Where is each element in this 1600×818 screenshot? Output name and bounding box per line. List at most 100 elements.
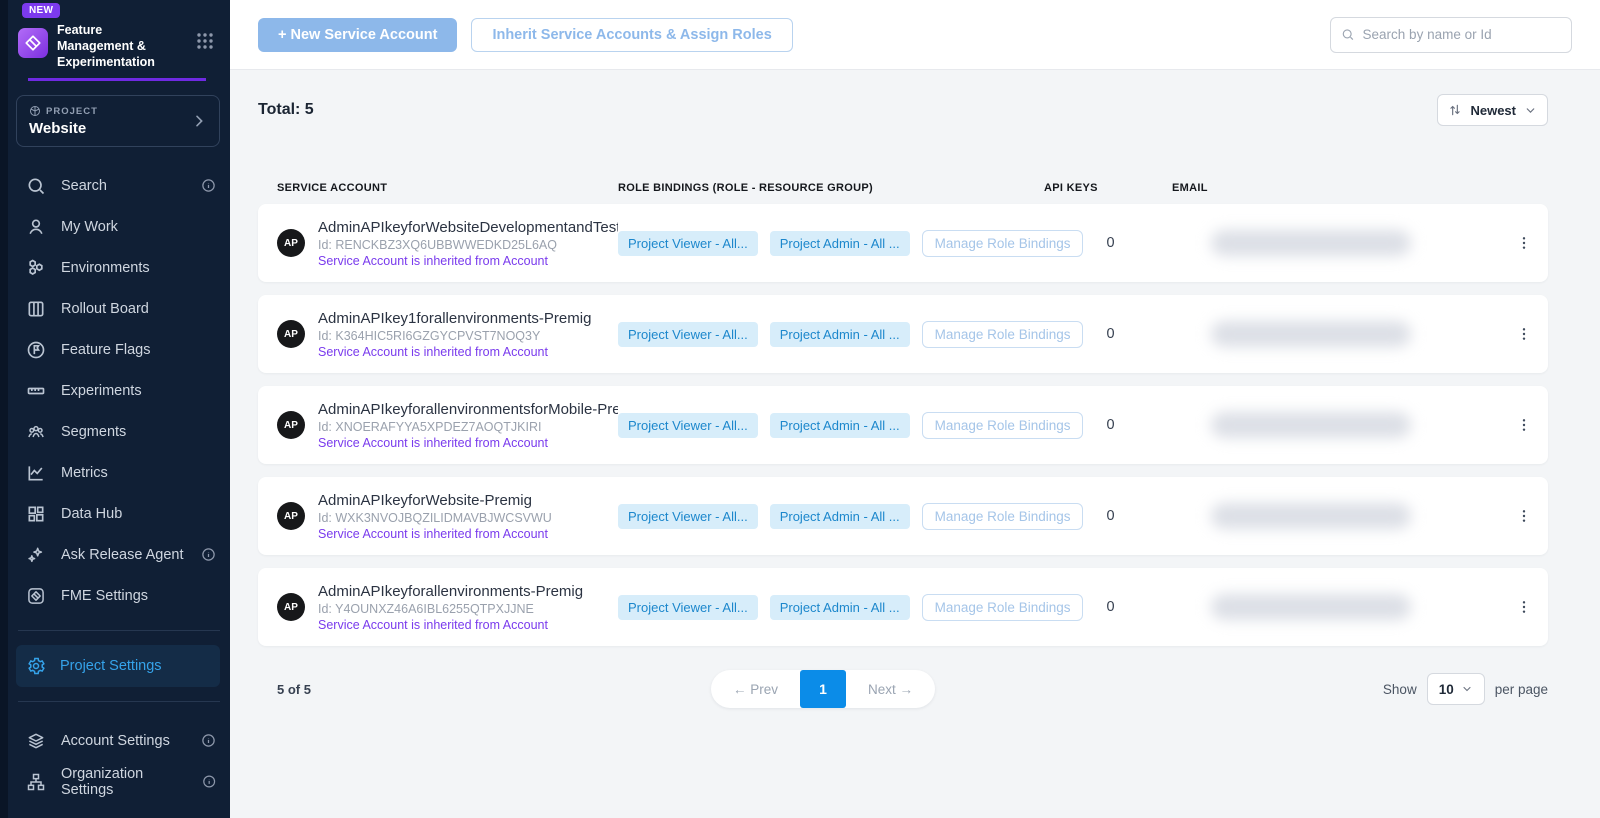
inherited-link[interactable]: Service Account is inherited from Accoun… (318, 436, 618, 450)
results-count: 5 of 5 (258, 682, 599, 697)
nav-label: Account Settings (61, 733, 170, 749)
sidebar-item-account-settings[interactable]: Account Settings (8, 720, 230, 761)
sidebar-item-organization-settings[interactable]: Organization Settings (8, 761, 230, 802)
grid-squares-icon (26, 504, 46, 524)
pager: ← Prev 1 Next → (711, 670, 935, 708)
list-toolbar: Total: 5 Newest (258, 94, 1548, 126)
gear-icon (26, 656, 46, 676)
project-switcher[interactable]: PROJECT Website (16, 95, 220, 147)
info-icon[interactable] (201, 178, 216, 193)
api-keys-count: 0 (1083, 235, 1211, 251)
current-page-button[interactable]: 1 (800, 670, 846, 708)
kebab-menu-icon[interactable] (1500, 326, 1548, 342)
service-account-id: Id: K364HIC5RI6GZGYCPVST7NOQ3Y (318, 329, 618, 343)
info-icon[interactable] (201, 733, 216, 748)
avatar: AP (277, 411, 305, 439)
sort-arrows-icon (1448, 103, 1462, 117)
search-icon (26, 176, 46, 196)
sidebar-item-my-work[interactable]: My Work (8, 206, 230, 247)
line-chart-icon (26, 463, 46, 483)
kebab-menu-icon[interactable] (1500, 508, 1548, 524)
info-icon[interactable] (201, 547, 216, 562)
column-header-service-account: SERVICE ACCOUNT (258, 182, 618, 194)
project-name: Website (29, 120, 191, 137)
sidebar-item-segments[interactable]: Segments (8, 411, 230, 452)
kebab-menu-icon[interactable] (1500, 417, 1548, 433)
nav-label: FME Settings (61, 588, 148, 604)
manage-role-bindings-button[interactable]: Manage Role Bindings (922, 412, 1084, 439)
inherited-link[interactable]: Service Account is inherited from Accoun… (318, 345, 618, 359)
sidebar-item-search[interactable]: Search (8, 165, 230, 206)
kebab-menu-icon[interactable] (1500, 235, 1548, 251)
nav-label: Organization Settings (61, 766, 194, 798)
api-keys-count: 0 (1083, 599, 1211, 615)
layers-icon (26, 731, 46, 751)
service-account-id: Id: RENCKBZ3XQ6UBBWWEDKD25L6AQ (318, 238, 618, 252)
new-service-account-button[interactable]: + New Service Account (258, 18, 457, 52)
sidebar-item-data-hub[interactable]: Data Hub (8, 493, 230, 534)
sidebar-item-environments[interactable]: Environments (8, 247, 230, 288)
service-account-name: AdminAPIkeyforWebsiteDevelopmentandTesti… (318, 219, 618, 236)
nav-label: Search (61, 178, 107, 194)
next-page-button[interactable]: Next → (846, 670, 935, 708)
product-logo-block: NEW Feature Management & Experimentation (8, 0, 230, 81)
flag-icon (26, 340, 46, 360)
role-badge: Project Admin - All ... (770, 322, 910, 347)
inherited-link[interactable]: Service Account is inherited from Accoun… (318, 527, 618, 541)
apps-grid-icon[interactable] (196, 32, 214, 50)
inherited-link[interactable]: Service Account is inherited from Accoun… (318, 618, 618, 632)
table-row: AP AdminAPIkeyforallenvironments-Premig … (258, 568, 1548, 646)
brand-underline (28, 78, 206, 81)
nav-label: Ask Release Agent (61, 547, 184, 563)
project-label: PROJECT (46, 106, 98, 117)
table-header-row: SERVICE ACCOUNT ROLE BINDINGS (ROLE - RE… (258, 182, 1548, 204)
sidebar-item-project-settings[interactable]: Project Settings (16, 645, 220, 687)
people-icon (26, 422, 46, 442)
prev-page-button[interactable]: ← Prev (711, 670, 800, 708)
sidebar-item-rollout-board[interactable]: Rollout Board (8, 288, 230, 329)
manage-role-bindings-button[interactable]: Manage Role Bindings (922, 594, 1084, 621)
nav-label: Rollout Board (61, 301, 149, 317)
sidebar-item-ask-release-agent[interactable]: Ask Release Agent (8, 534, 230, 575)
chevron-down-icon (1524, 104, 1537, 117)
cube-icon (29, 105, 41, 117)
email-redacted (1211, 594, 1411, 620)
role-badge: Project Admin - All ... (770, 231, 910, 256)
nav-label: Metrics (61, 465, 108, 481)
manage-role-bindings-button[interactable]: Manage Role Bindings (922, 503, 1084, 530)
inherited-link[interactable]: Service Account is inherited from Accoun… (318, 254, 618, 268)
role-badge: Project Admin - All ... (770, 413, 910, 438)
manage-role-bindings-button[interactable]: Manage Role Bindings (922, 321, 1084, 348)
fme-logo-icon (18, 28, 48, 58)
search-field[interactable] (1330, 17, 1572, 53)
sidebar-edge-strip (0, 0, 8, 818)
role-badge: Project Viewer - All... (618, 322, 758, 347)
table-row: AP AdminAPIkey1forallenvironments-Premig… (258, 295, 1548, 373)
sidebar-bottom-nav: Account Settings Organization Settings (8, 720, 230, 802)
topbar: + New Service Account Inherit Service Ac… (230, 0, 1600, 70)
manage-role-bindings-button[interactable]: Manage Role Bindings (922, 230, 1084, 257)
sidebar-item-fme-settings[interactable]: FME Settings (8, 575, 230, 616)
search-input[interactable] (1363, 27, 1561, 42)
info-icon[interactable] (202, 774, 216, 789)
service-account-id: Id: WXK3NVOJBQZILIDMAVBJWCSVWU (318, 511, 618, 525)
divider (18, 630, 220, 631)
nav-label: Experiments (61, 383, 142, 399)
kebab-menu-icon[interactable] (1500, 599, 1548, 615)
api-keys-count: 0 (1083, 417, 1211, 433)
role-badge: Project Viewer - All... (618, 231, 758, 256)
chevron-right-icon (191, 113, 207, 129)
role-badge: Project Viewer - All... (618, 504, 758, 529)
inherit-service-accounts-button[interactable]: Inherit Service Accounts & Assign Roles (471, 18, 792, 52)
sidebar-item-metrics[interactable]: Metrics (8, 452, 230, 493)
sidebar: NEW Feature Management & Experimentation (0, 0, 230, 818)
api-keys-count: 0 (1083, 326, 1211, 342)
sidebar-item-feature-flags[interactable]: Feature Flags (8, 329, 230, 370)
page-size-select[interactable]: 10 (1427, 673, 1485, 705)
sort-dropdown[interactable]: Newest (1437, 94, 1548, 126)
main-panel: + New Service Account Inherit Service Ac… (230, 0, 1600, 818)
sidebar-item-experiments[interactable]: Experiments (8, 370, 230, 411)
user-icon (26, 217, 46, 237)
pagination-bar: 5 of 5 ← Prev 1 Next → Show 10 per page (258, 670, 1548, 708)
hexagons-icon (26, 258, 46, 278)
